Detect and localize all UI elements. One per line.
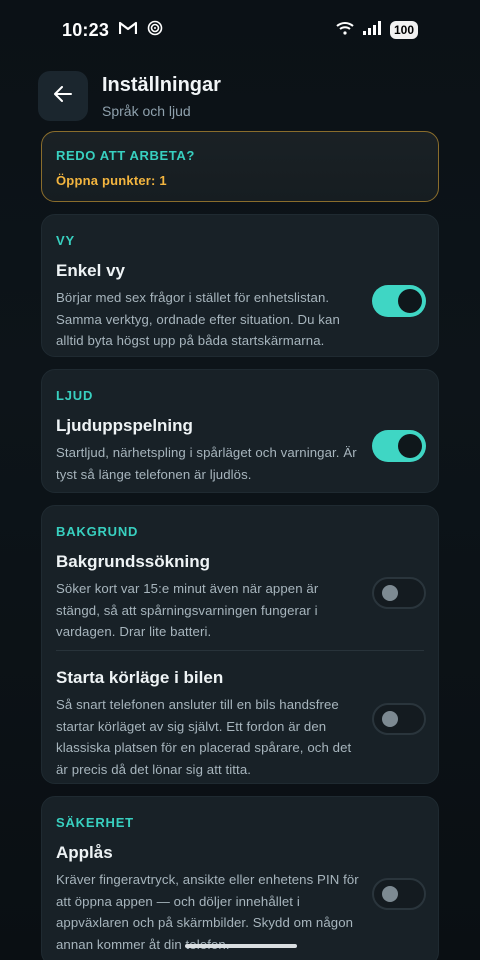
setting-description: Startljud, närhetspling i spårläget och …	[56, 445, 357, 482]
simple-view-toggle[interactable]	[372, 285, 426, 317]
setting-description: Söker kort var 15:e minut även när appen…	[56, 581, 319, 639]
toggle-knob	[382, 585, 398, 601]
background-scan-toggle[interactable]	[372, 577, 426, 609]
setting-description: Så snart telefonen ansluter till en bils…	[56, 697, 352, 777]
setting-row-simple-view[interactable]: Enkel vy Börjar med sex frågor i stället…	[56, 261, 361, 352]
setting-title: Enkel vy	[56, 261, 125, 280]
page-subtitle: Språk och ljud	[102, 102, 191, 119]
sync-icon	[147, 20, 163, 41]
ready-card[interactable]: REDO ATT ARBETA? Öppna punkter: 1	[41, 131, 439, 202]
section-label: SÄKERHET	[56, 815, 134, 830]
setting-row-app-lock[interactable]: Applås Kräver fingeravtryck, ansikte ell…	[56, 843, 361, 955]
setting-title: Bakgrundssökning	[56, 552, 210, 571]
section-label: BAKGRUND	[56, 524, 139, 539]
home-indicator[interactable]	[185, 944, 297, 948]
setting-description: Börjar med sex frågor i stället för enhe…	[56, 290, 340, 348]
car-mode-toggle[interactable]	[372, 703, 426, 735]
setting-row-sound[interactable]: Ljuduppspelning Startljud, närhetspling …	[56, 416, 361, 485]
setting-title: Applås	[56, 843, 113, 862]
section-view: VY Enkel vy Börjar med sex frågor i stäl…	[41, 214, 439, 357]
setting-title: Ljuduppspelning	[56, 416, 193, 435]
signal-icon	[362, 20, 382, 40]
setting-row-background-scan[interactable]: Bakgrundssökning Söker kort var 15:e min…	[56, 552, 361, 643]
section-sound: LJUD Ljuduppspelning Startljud, närhetsp…	[41, 369, 439, 493]
section-background: BAKGRUND Bakgrundssökning Söker kort var…	[41, 505, 439, 784]
section-label: VY	[56, 233, 75, 248]
arrow-left-icon	[54, 85, 72, 107]
divider	[56, 650, 424, 651]
back-button[interactable]	[38, 71, 88, 121]
header: Inställningar Språk och ljud	[38, 70, 448, 122]
battery-indicator: 100	[389, 21, 418, 39]
toggle-knob	[398, 434, 422, 458]
sound-toggle[interactable]	[372, 430, 426, 462]
section-security: SÄKERHET Applås Kräver fingeravtryck, an…	[41, 796, 439, 960]
clock: 10:23	[62, 19, 110, 40]
setting-title: Starta körläge i bilen	[56, 668, 224, 687]
toggle-knob	[398, 289, 422, 313]
wifi-icon	[336, 21, 354, 40]
toggle-knob	[382, 886, 398, 902]
section-label: LJUD	[56, 388, 94, 403]
page-title: Inställningar	[102, 73, 221, 96]
ready-title: REDO ATT ARBETA?	[56, 148, 195, 163]
gmail-icon	[118, 21, 138, 40]
setting-row-car-mode[interactable]: Starta körläge i bilen Så snart telefone…	[56, 668, 361, 780]
app-lock-toggle[interactable]	[372, 878, 426, 910]
status-bar: 10:23 100	[0, 0, 480, 60]
toggle-knob	[382, 711, 398, 727]
setting-description: Kräver fingeravtryck, ansikte eller enhe…	[56, 872, 359, 952]
open-items-count: Öppna punkter: 1	[56, 173, 167, 188]
